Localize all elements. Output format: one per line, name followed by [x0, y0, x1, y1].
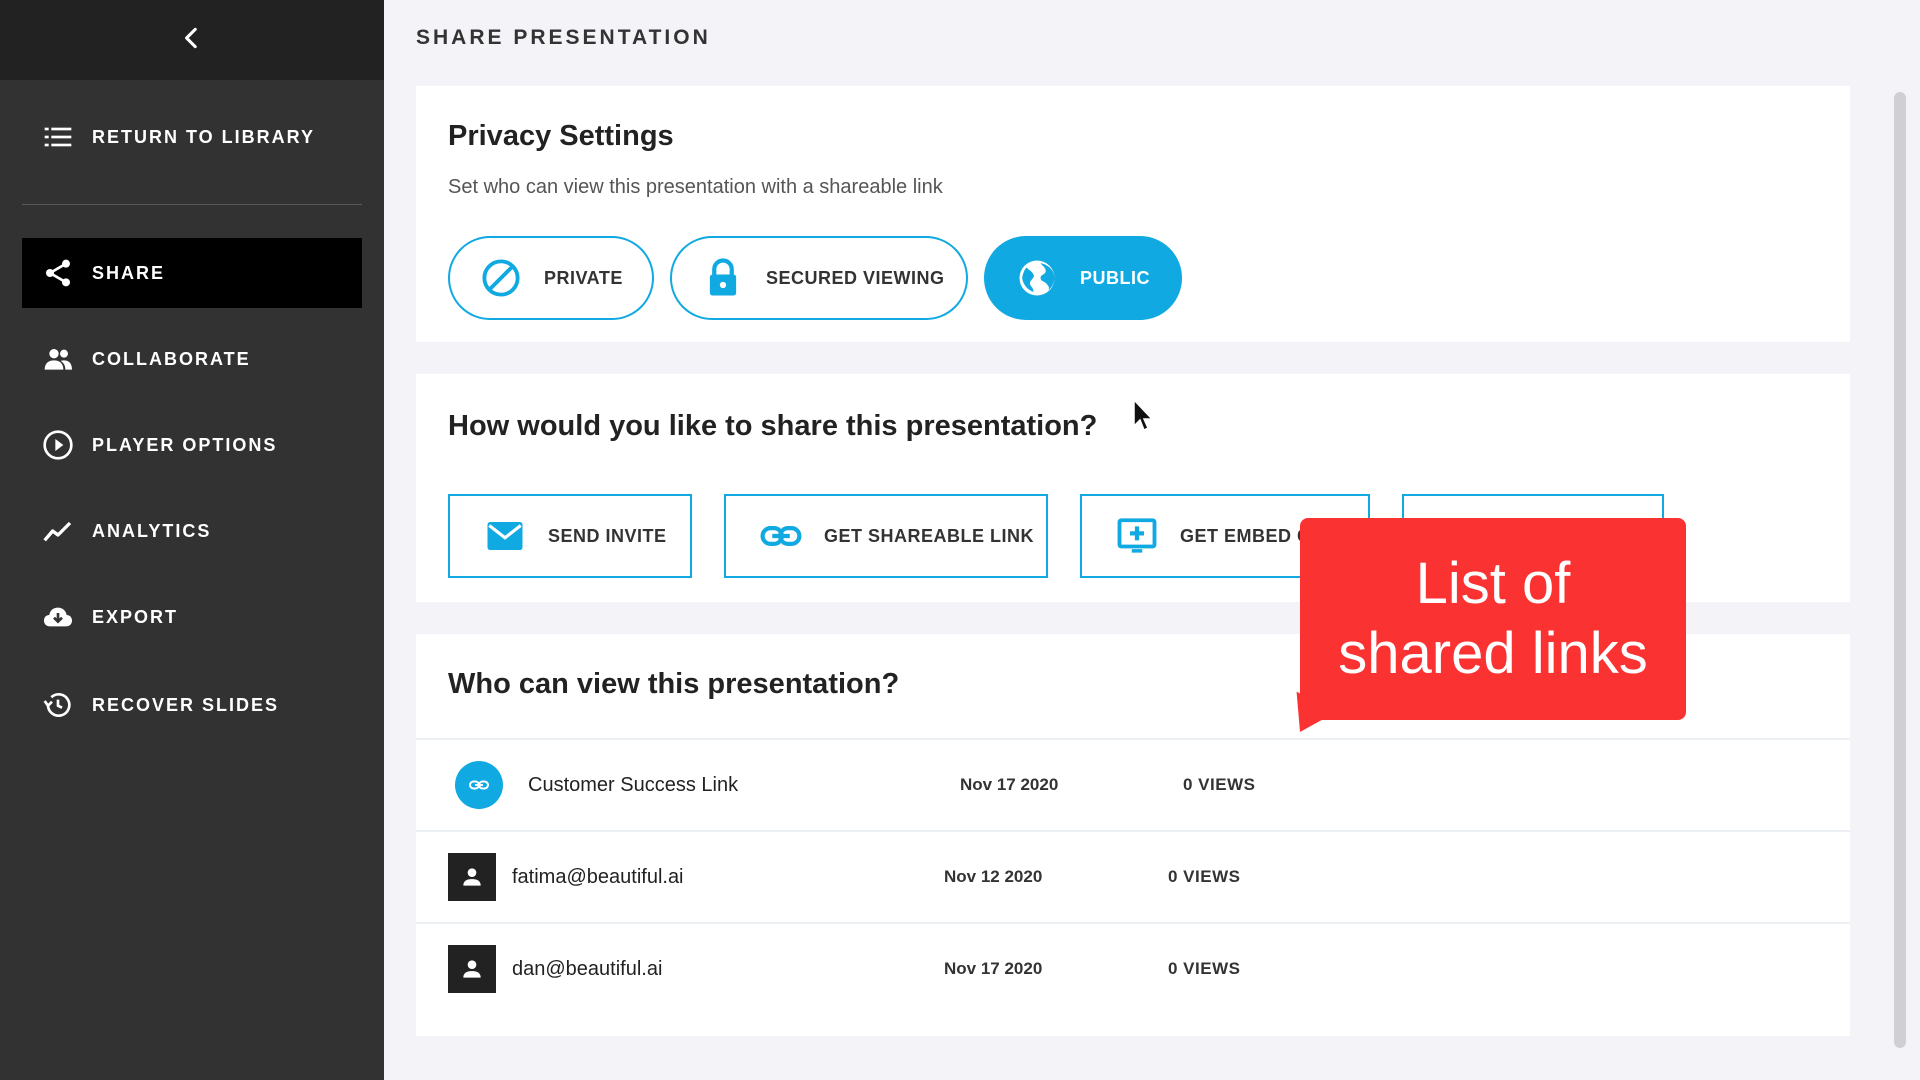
privacy-settings-title: Privacy Settings: [448, 120, 674, 152]
privacy-option-label: PUBLIC: [1080, 267, 1150, 288]
lock-icon: [702, 257, 744, 299]
embed-icon: [1116, 515, 1158, 557]
viewer-name: Customer Success Link: [528, 773, 739, 796]
privacy-option-public[interactable]: PUBLIC: [984, 236, 1182, 320]
callout-annotation: List of shared links: [1300, 518, 1686, 720]
viewer-views: 0 VIEWS: [1183, 775, 1256, 794]
sidebar-item-label: EXPORT: [92, 606, 179, 627]
sidebar-back-bar[interactable]: [0, 0, 384, 80]
viewer-views: 0 VIEWS: [1168, 867, 1241, 886]
scrollbar[interactable]: [1894, 92, 1906, 1048]
page-title: SHARE PRESENTATION: [416, 26, 711, 49]
mouse-cursor-icon: [1132, 398, 1156, 439]
privacy-settings-subtitle: Set who can view this presentation with …: [448, 176, 943, 198]
sidebar-item-share[interactable]: SHARE: [22, 238, 362, 308]
callout-line-1: List of: [1415, 551, 1571, 616]
block-icon: [480, 257, 522, 299]
get-shareable-link-button[interactable]: GET SHAREABLE LINK: [724, 494, 1048, 578]
callout-line-2: shared links: [1338, 621, 1648, 686]
viewer-date: Nov 12 2020: [944, 867, 1043, 886]
share-button-label: SEND INVITE: [548, 525, 667, 546]
privacy-option-label: SECURED VIEWING: [766, 267, 945, 288]
sidebar-item-label: COLLABORATE: [92, 348, 251, 369]
sidebar-item-export[interactable]: EXPORT: [22, 582, 362, 652]
trend-line-icon: [40, 513, 76, 549]
user-avatar-icon: [448, 853, 496, 901]
table-row[interactable]: fatima@beautiful.ai Nov 12 2020 0 VIEWS: [416, 830, 1850, 922]
sidebar-divider: [22, 204, 362, 205]
user-avatar-icon: [448, 945, 496, 993]
sidebar: RETURN TO LIBRARY SHARE COLLABORATE PLAY…: [0, 0, 384, 1080]
sidebar-item-label: SHARE: [92, 262, 166, 283]
sidebar-item-return-to-library[interactable]: RETURN TO LIBRARY: [22, 102, 362, 172]
history-icon: [40, 687, 76, 723]
viewer-name: dan@beautiful.ai: [512, 957, 663, 980]
play-circle-icon: [40, 427, 76, 463]
cloud-download-icon: [40, 599, 76, 635]
viewer-name: fatima@beautiful.ai: [512, 865, 684, 888]
privacy-settings-card: Privacy Settings Set who can view this p…: [416, 86, 1850, 342]
viewers-title: Who can view this presentation?: [448, 668, 900, 700]
sidebar-item-label: RECOVER SLIDES: [92, 694, 280, 715]
list-icon: [40, 119, 76, 155]
sidebar-item-label: PLAYER OPTIONS: [92, 434, 278, 455]
link-avatar: [455, 761, 503, 809]
share-methods-title: How would you like to share this present…: [448, 410, 1098, 442]
share-button-label: GET SHAREABLE LINK: [824, 525, 1035, 546]
share-icon: [40, 255, 76, 291]
people-icon: [40, 341, 76, 377]
viewer-date: Nov 17 2020: [960, 775, 1059, 794]
privacy-option-secured-viewing[interactable]: SECURED VIEWING: [670, 236, 968, 320]
mail-icon: [484, 515, 526, 557]
link-icon: [760, 515, 802, 557]
viewer-views: 0 VIEWS: [1168, 959, 1241, 978]
sidebar-item-collaborate[interactable]: COLLABORATE: [22, 324, 362, 394]
viewer-date: Nov 17 2020: [944, 959, 1043, 978]
sidebar-item-player-options[interactable]: PLAYER OPTIONS: [22, 410, 362, 480]
sidebar-item-analytics[interactable]: ANALYTICS: [22, 496, 362, 566]
privacy-option-label: PRIVATE: [544, 267, 623, 288]
globe-icon: [1016, 257, 1058, 299]
send-invite-button[interactable]: SEND INVITE: [448, 494, 692, 578]
sidebar-item-label: RETURN TO LIBRARY: [92, 126, 315, 147]
chevron-left-icon[interactable]: [179, 25, 205, 56]
table-row[interactable]: dan@beautiful.ai Nov 17 2020 0 VIEWS: [416, 922, 1850, 1014]
privacy-option-private[interactable]: PRIVATE: [448, 236, 654, 320]
sidebar-item-recover-slides[interactable]: RECOVER SLIDES: [22, 670, 362, 740]
table-row[interactable]: Customer Success Link Nov 17 2020 0 VIEW…: [416, 738, 1850, 830]
sidebar-item-label: ANALYTICS: [92, 520, 212, 541]
share-button-label: GET EMBED C: [1180, 525, 1311, 546]
